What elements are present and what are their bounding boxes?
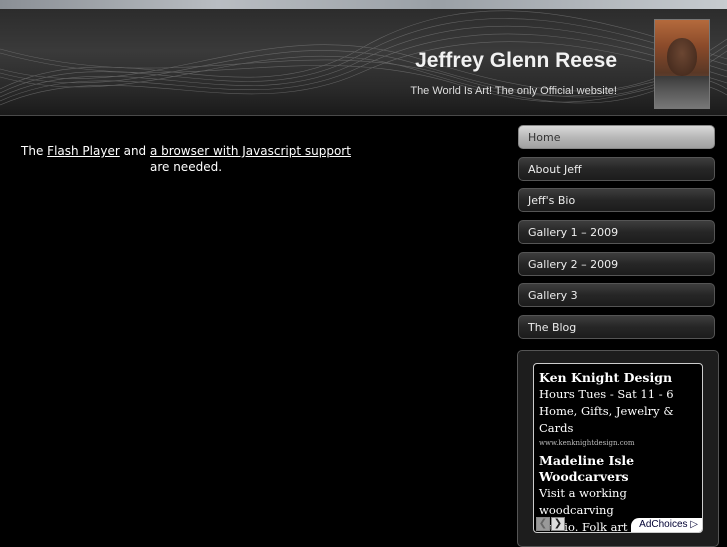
ad-widget-container: Ken Knight Design Hours Tues - Sat 11 - …: [517, 350, 719, 547]
site-title[interactable]: Jeffrey Glenn Reese: [415, 49, 617, 73]
nav-item-gallery-1[interactable]: Gallery 1 – 2009: [518, 220, 715, 245]
ad1-text: Hours Tues - Sat 11 - 6: [539, 387, 674, 401]
flash-player-link[interactable]: Flash Player: [47, 144, 120, 158]
nav-item-about-jeff[interactable]: About Jeff: [518, 156, 715, 181]
chevron-left-icon[interactable]: ❮: [536, 517, 550, 531]
nav-item-home[interactable]: Home: [518, 125, 715, 149]
ad2-text: Visit a working woodcarving: [539, 486, 627, 517]
header-wave-decoration: [0, 10, 727, 106]
flash-suffix-text: are needed.: [149, 160, 223, 174]
ad-pager: ❮ ❯: [536, 517, 566, 531]
photo-face: [667, 38, 697, 76]
ad2-title-link[interactable]: Madeline Isle Woodcarvers: [539, 453, 699, 485]
ad1-title-link[interactable]: Ken Knight Design: [539, 370, 699, 386]
nav-item-gallery-3[interactable]: Gallery 3: [518, 283, 715, 308]
nav-item-jeffs-bio[interactable]: Jeff's Bio: [518, 188, 715, 213]
ad1-url[interactable]: www.kenknightdesign.com: [539, 437, 699, 449]
profile-photo: [654, 19, 710, 109]
browser-top-strip: [0, 0, 727, 9]
site-tagline: The World Is Art! The only Official webs…: [410, 85, 617, 97]
flash-prefix-text: The: [21, 144, 48, 158]
sidebar-nav: Home About Jeff Jeff's Bio Gallery 1 – 2…: [518, 125, 715, 347]
adchoices-link[interactable]: AdChoices ▷: [631, 518, 702, 532]
ad1-text: Home, Gifts, Jewelry & Cards: [539, 404, 674, 435]
chevron-right-icon[interactable]: ❯: [551, 517, 565, 531]
flash-required-message: The Flash Player and a browser with Java…: [20, 143, 352, 175]
nav-item-gallery-2[interactable]: Gallery 2 – 2009: [518, 251, 715, 276]
nav-item-the-blog[interactable]: The Blog: [518, 315, 715, 340]
flash-middle-text: and: [119, 144, 150, 158]
ad-box[interactable]: Ken Knight Design Hours Tues - Sat 11 - …: [533, 363, 703, 533]
ad-content: Ken Knight Design Hours Tues - Sat 11 - …: [539, 370, 699, 532]
photo-shirt: [655, 76, 709, 108]
browser-javascript-link[interactable]: a browser with Javascript support: [150, 144, 351, 158]
site-header: Jeffrey Glenn Reese The World Is Art! Th…: [0, 9, 727, 116]
